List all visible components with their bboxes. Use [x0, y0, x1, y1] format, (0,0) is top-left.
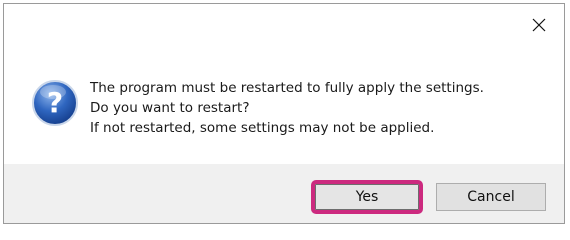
yes-button[interactable]: Yes — [311, 180, 423, 214]
message-line-3: If not restarted, some settings may not … — [90, 120, 435, 136]
message-line-1: The program must be restarted to fully a… — [90, 80, 484, 96]
restart-dialog: ? The program must be restarted to fully… — [3, 3, 565, 224]
close-icon — [532, 18, 546, 32]
cancel-button[interactable]: Cancel — [436, 183, 546, 211]
svg-text:?: ? — [47, 86, 63, 119]
close-button[interactable] — [526, 12, 552, 38]
dialog-body: ? The program must be restarted to fully… — [4, 4, 564, 164]
dialog-footer: Yes Cancel — [4, 164, 564, 223]
message-line-2: Do you want to restart? — [90, 100, 250, 116]
question-icon: ? — [32, 80, 78, 126]
dialog-message: The program must be restarted to fully a… — [90, 78, 484, 138]
